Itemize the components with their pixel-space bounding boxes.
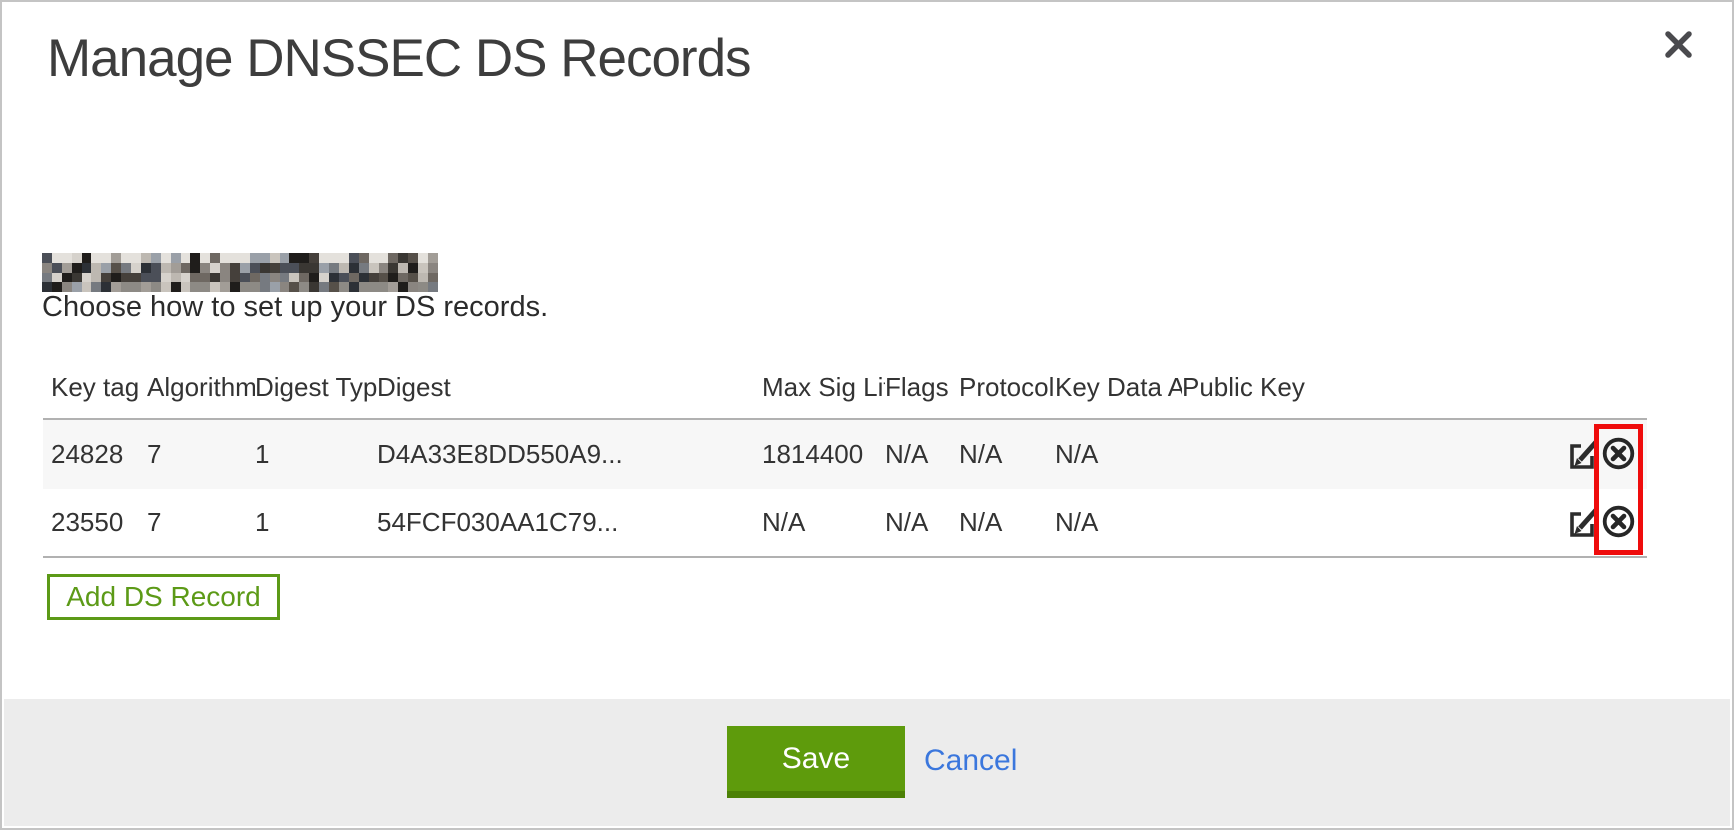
cell-key-data-alg: N/A	[1055, 420, 1182, 489]
delete-circle-x-icon	[1601, 436, 1636, 474]
edit-record-button[interactable]	[1567, 504, 1599, 541]
table-row: 23550 7 1 54FCF030AA1C79... N/A N/A N/A …	[43, 489, 1647, 558]
cell-max-sig-life: 1814400	[762, 420, 885, 489]
redacted-domain-name	[42, 253, 438, 292]
add-ds-record-button[interactable]: Add DS Record	[47, 574, 280, 620]
cell-algorithm: 7	[147, 420, 255, 489]
column-header-flags: Flags	[885, 372, 959, 403]
close-icon	[1664, 30, 1693, 62]
delete-record-button[interactable]	[1601, 504, 1636, 542]
cell-digest-type: 1	[255, 420, 377, 489]
cell-key-tag: 24828	[51, 420, 147, 489]
column-header-key-data-alg: Key Data Alg	[1055, 372, 1182, 403]
delete-record-button[interactable]	[1601, 436, 1636, 474]
cell-actions	[1567, 504, 1647, 542]
column-header-digest-type: Digest Type	[255, 372, 377, 403]
edit-icon	[1567, 504, 1599, 541]
column-header-protocol: Protocol	[959, 372, 1055, 403]
column-header-max-sig-life: Max Sig Life	[762, 372, 885, 403]
column-header-algorithm: Algorithm	[147, 372, 255, 403]
edit-icon	[1567, 436, 1599, 473]
dnssec-modal: Manage DNSSEC DS Records Choose how to s…	[0, 0, 1734, 830]
table-row: 24828 7 1 D4A33E8DD550A9... 1814400 N/A …	[43, 420, 1647, 489]
column-header-actions	[1567, 372, 1647, 403]
cell-protocol: N/A	[959, 488, 1055, 557]
ds-records-table: Key tag Algorithm Digest Type Digest Max…	[43, 342, 1647, 558]
cell-digest: D4A33E8DD550A9...	[377, 420, 762, 489]
cell-flags: N/A	[885, 420, 959, 489]
cell-protocol: N/A	[959, 420, 1055, 489]
cell-key-tag: 23550	[51, 488, 147, 557]
modal-footer: Save Cancel	[4, 699, 1730, 826]
cell-actions	[1567, 436, 1647, 474]
column-header-digest: Digest	[377, 372, 762, 403]
page-title: Manage DNSSEC DS Records	[47, 28, 751, 89]
cell-key-data-alg: N/A	[1055, 488, 1182, 557]
column-header-key-tag: Key tag	[51, 372, 147, 403]
save-button[interactable]: Save	[727, 726, 905, 798]
cell-max-sig-life: N/A	[762, 488, 885, 557]
cell-algorithm: 7	[147, 488, 255, 557]
cell-digest: 54FCF030AA1C79...	[377, 488, 762, 557]
cancel-link[interactable]: Cancel	[924, 744, 1017, 778]
cell-digest-type: 1	[255, 488, 377, 557]
instruction-text: Choose how to set up your DS records.	[42, 291, 548, 324]
edit-record-button[interactable]	[1567, 436, 1599, 473]
column-header-public-key: Public Key	[1182, 372, 1567, 403]
cell-flags: N/A	[885, 488, 959, 557]
delete-circle-x-icon	[1601, 504, 1636, 542]
table-header-row: Key tag Algorithm Digest Type Digest Max…	[43, 342, 1647, 420]
close-button[interactable]	[1658, 26, 1698, 66]
